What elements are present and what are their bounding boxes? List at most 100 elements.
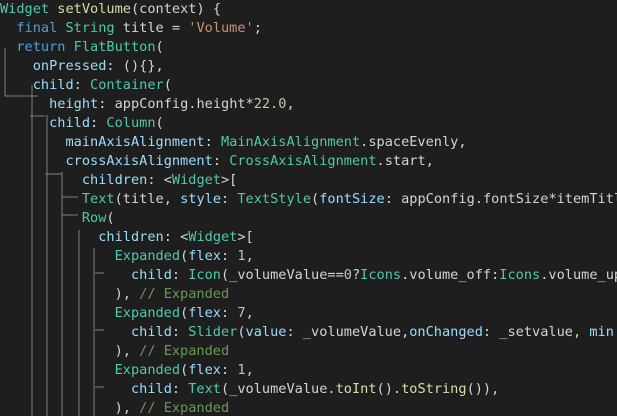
code-token: ( <box>130 1 140 17</box>
code-token: ( <box>221 267 230 283</box>
code-token: volume_up <box>548 267 617 283</box>
code-editor[interactable]: Widget setVolume(context) { final String… <box>0 0 617 416</box>
code-token: : <box>171 324 189 340</box>
code-token: setVolume <box>57 1 131 17</box>
code-token: itemTitleS <box>556 191 617 207</box>
code-line[interactable]: child: Icon(_volumeValue==0?Icons.volume… <box>0 266 617 285</box>
code-token: * <box>245 96 254 112</box>
code-token: appConfig <box>114 96 189 112</box>
code-line[interactable]: children: <Widget>[ <box>0 171 238 190</box>
code-line[interactable]: onPressed: (){}, <box>0 57 164 76</box>
code-token: Expanded <box>114 248 181 264</box>
code-token: : <box>204 134 221 150</box>
code-token: flex <box>188 362 221 378</box>
code-token: Text <box>188 381 221 397</box>
code-token: Row <box>81 210 107 226</box>
code-token: 'Volume' <box>188 20 254 36</box>
code-line[interactable]: ), // Expanded <box>0 285 230 304</box>
code-line[interactable]: ), // Expanded <box>0 342 230 361</box>
code-token: ( <box>237 324 246 340</box>
code-line[interactable]: height: appConfig.height*22.0, <box>0 95 295 114</box>
code-token: Expanded <box>114 362 181 378</box>
code-token: Container <box>90 77 164 93</box>
code-token: child <box>130 324 172 340</box>
code-line[interactable]: ), // Expanded <box>0 399 230 416</box>
code-token: : < <box>147 172 172 188</box>
code-token: , <box>425 153 434 169</box>
code-token: title <box>122 20 164 36</box>
code-token: _volumeValue <box>229 381 328 397</box>
code-line[interactable]: crossAxisAlignment: CrossAxisAlignment.s… <box>0 152 434 171</box>
code-token: Expanded <box>114 305 181 321</box>
code-token: , <box>245 362 254 378</box>
code-token: child <box>130 267 172 283</box>
code-token: start <box>384 153 426 169</box>
code-token: Widget <box>188 229 238 245</box>
code-token: . <box>327 381 336 397</box>
code-token: : < <box>163 229 189 245</box>
code-token: : <box>384 191 402 207</box>
code-token: >[ <box>221 172 238 188</box>
code-token: ( <box>311 191 320 207</box>
code-token: flex <box>188 248 221 264</box>
code-token: toString <box>401 381 467 397</box>
code-token: flex <box>188 305 221 321</box>
code-line[interactable]: return FlatButton( <box>0 38 164 57</box>
code-token: : (){}, <box>106 58 164 74</box>
code-line[interactable]: Expanded(flex: 1, <box>0 247 254 266</box>
code-token: crossAxisAlignment <box>65 153 213 169</box>
code-token: context <box>139 1 197 17</box>
code-token: ; <box>253 20 262 36</box>
code-token: 7 <box>237 305 246 321</box>
code-token: FlatButton <box>73 39 156 55</box>
code-token: // Expanded <box>139 343 230 359</box>
code-token: MainAxisAlignment <box>221 134 361 150</box>
code-line[interactable]: Row( <box>0 209 115 228</box>
code-token: Column <box>106 115 156 131</box>
code-line[interactable]: mainAxisAlignment: MainAxisAlignment.spa… <box>0 133 466 152</box>
code-token: Icons <box>360 267 402 283</box>
code-token: _volumeValue <box>302 324 402 340</box>
code-line[interactable]: child: Column( <box>0 114 164 133</box>
code-token: Slider <box>188 324 238 340</box>
code-token: : <box>90 115 107 131</box>
code-token: style <box>180 191 221 207</box>
code-token: : <box>482 324 500 340</box>
code-line[interactable]: children: <Widget>[ <box>0 228 254 247</box>
code-token: ( <box>221 381 230 397</box>
code-line[interactable]: Expanded(flex: 7, <box>0 304 254 323</box>
code-line[interactable]: Text(title, style: TextStyle(fontSize: a… <box>0 190 617 209</box>
code-line[interactable]: final String title = 'Volume'; <box>0 19 262 38</box>
code-token: height <box>196 96 246 112</box>
code-token: _setvalue <box>499 324 573 340</box>
code-token: title <box>122 191 164 207</box>
code-token: ) { <box>196 1 222 17</box>
code-line[interactable]: child: Container( <box>0 76 172 95</box>
code-token: Text <box>81 191 115 207</box>
code-token: appConfig <box>401 191 475 207</box>
code-token: ( <box>155 39 164 55</box>
code-line[interactable]: Expanded(flex: 1, <box>0 361 254 380</box>
code-token: * <box>548 191 557 207</box>
code-line[interactable]: child: Slider(value: _volumeValue, onChan… <box>0 323 617 342</box>
code-line[interactable]: Widget setVolume(context) { <box>0 0 221 19</box>
code-line[interactable]: child: Text(_volumeValue.toInt().toStrin… <box>0 380 499 399</box>
code-token: ( <box>106 210 115 226</box>
code-token: Widget <box>171 172 221 188</box>
code-token: : <box>221 362 238 378</box>
